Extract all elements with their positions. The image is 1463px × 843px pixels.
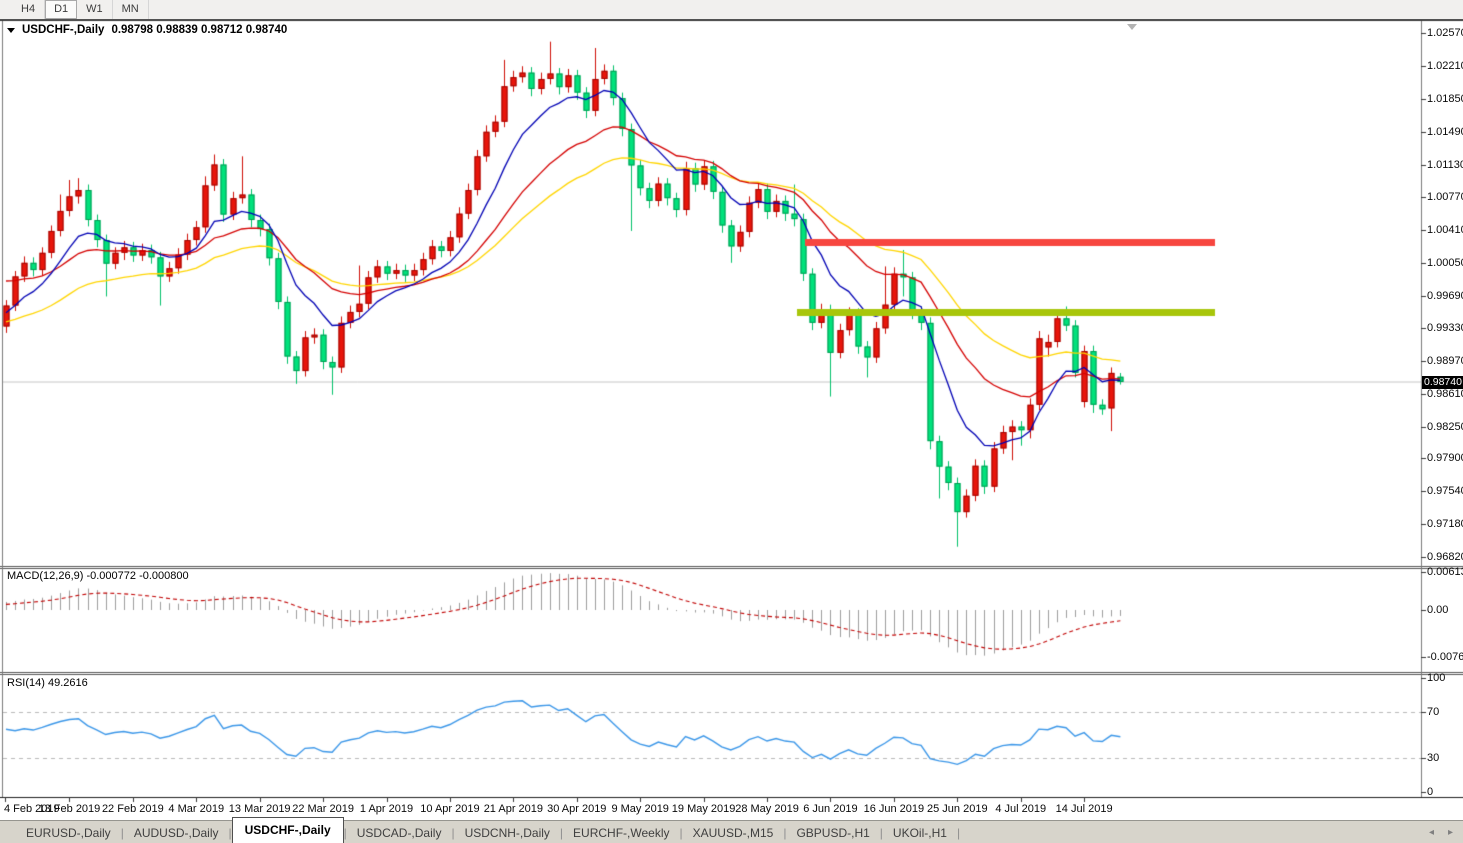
chart-tab-eurchf[interactable]: EURCHF-,Weekly <box>563 823 679 843</box>
rsi-indicator-label: RSI(14) 49.2616 <box>7 677 88 689</box>
price-chart-canvas[interactable] <box>0 0 1463 843</box>
price-axis-label: 0.99330 <box>1427 322 1463 334</box>
chart-tab-usdcnh[interactable]: USDCNH-,Daily <box>455 823 560 843</box>
time-axis-label: 9 May 2019 <box>611 803 668 815</box>
chart-tab-usdchf[interactable]: USDCHF-,Daily <box>232 817 344 843</box>
time-axis-label: 22 Feb 2019 <box>102 803 164 815</box>
chart-tab-ukoil[interactable]: UKOil-,H1 <box>883 823 957 843</box>
rsi-axis-label: 0 <box>1427 786 1433 798</box>
current-price-tag: 0.98740 <box>1422 376 1463 389</box>
time-axis-label: 28 May 2019 <box>735 803 799 815</box>
rsi-axis-label: 100 <box>1427 672 1445 684</box>
time-axis-label: 4 Mar 2019 <box>168 803 224 815</box>
tab-scroll-left-icon[interactable]: ◂ <box>1429 827 1434 838</box>
chart-tab-audusd[interactable]: AUDUSD-,Daily <box>124 823 229 843</box>
macd-indicator-label: MACD(12,26,9) -0.000772 -0.000800 <box>7 570 189 582</box>
time-axis-label: 6 Jun 2019 <box>803 803 857 815</box>
chart-tab-eurusd[interactable]: EURUSD-,Daily <box>16 823 121 843</box>
time-axis-label: 25 Jun 2019 <box>927 803 988 815</box>
time-axis-label: 4 Jul 2019 <box>995 803 1046 815</box>
time-axis-label: 13 Feb 2019 <box>39 803 101 815</box>
price-axis-label: 1.00770 <box>1427 191 1463 203</box>
price-axis-label: 0.97180 <box>1427 518 1463 530</box>
macd-axis-label: 0.00 <box>1427 604 1448 616</box>
time-axis-label: 19 May 2019 <box>672 803 736 815</box>
time-axis-label: 10 Apr 2019 <box>420 803 479 815</box>
price-axis-label: 1.02570 <box>1427 27 1463 39</box>
chart-shift-icon[interactable] <box>1127 24 1137 30</box>
tab-separator: | <box>957 826 960 840</box>
rsi-axis-label: 30 <box>1427 752 1439 764</box>
price-axis-label: 0.97540 <box>1427 485 1463 497</box>
chart-tab-usdcad[interactable]: USDCAD-,Daily <box>347 823 452 843</box>
tab-scroll-right-icon[interactable]: ▸ <box>1448 827 1453 838</box>
price-axis-label: 0.96820 <box>1427 551 1463 563</box>
price-axis-label: 0.97900 <box>1427 452 1463 464</box>
timeframe-toolbar: H4D1W1MN <box>0 0 1463 19</box>
time-axis-label: 13 Mar 2019 <box>229 803 291 815</box>
price-axis-label: 1.01850 <box>1427 93 1463 105</box>
time-axis-label: 1 Apr 2019 <box>360 803 413 815</box>
macd-axis-label: 0.00613 <box>1427 566 1463 578</box>
chart-tab-xauusd[interactable]: XAUUSD-,M15 <box>683 823 784 843</box>
price-axis-label: 0.99690 <box>1427 290 1463 302</box>
price-axis-label: 0.98250 <box>1427 421 1463 433</box>
price-axis-label: 1.01130 <box>1427 159 1463 171</box>
price-axis-label: 1.00410 <box>1427 224 1463 236</box>
mt4-chart-window: H4D1W1MN USDCHF-,Daily 0.98798 0.98839 0… <box>0 0 1463 843</box>
timeframe-button-h4[interactable]: H4 <box>12 0 45 19</box>
time-axis-label: 14 Jul 2019 <box>1056 803 1113 815</box>
price-axis-label: 1.01490 <box>1427 126 1463 138</box>
chart-tab-bar: EURUSD-,Daily|AUDUSD-,Daily|USDCHF-,Dail… <box>0 820 1463 843</box>
chart-symbol-label: USDCHF-,Daily <box>22 24 104 36</box>
price-axis-label: 1.00050 <box>1427 257 1463 269</box>
macd-axis-label: -0.007612 <box>1427 651 1463 663</box>
chart-tab-gbpusd[interactable]: GBPUSD-,H1 <box>786 823 879 843</box>
price-axis-label: 0.98970 <box>1427 355 1463 367</box>
timeframe-button-d1[interactable]: D1 <box>45 0 77 19</box>
timeframe-button-w1[interactable]: W1 <box>77 0 113 19</box>
chart-title: USDCHF-,Daily 0.98798 0.98839 0.98712 0.… <box>7 24 287 36</box>
chart-ohlc-values: 0.98798 0.98839 0.98712 0.98740 <box>111 24 287 36</box>
price-axis-label: 1.02210 <box>1427 60 1463 72</box>
rsi-axis-label: 70 <box>1427 706 1439 718</box>
symbol-dropdown-icon[interactable] <box>7 28 15 33</box>
time-axis-label: 21 Apr 2019 <box>484 803 543 815</box>
time-axis-label: 22 Mar 2019 <box>292 803 354 815</box>
time-axis-label: 16 Jun 2019 <box>864 803 925 815</box>
timeframe-button-mn[interactable]: MN <box>113 0 149 19</box>
time-axis-label: 30 Apr 2019 <box>547 803 606 815</box>
price-axis-label: 0.98610 <box>1427 388 1463 400</box>
